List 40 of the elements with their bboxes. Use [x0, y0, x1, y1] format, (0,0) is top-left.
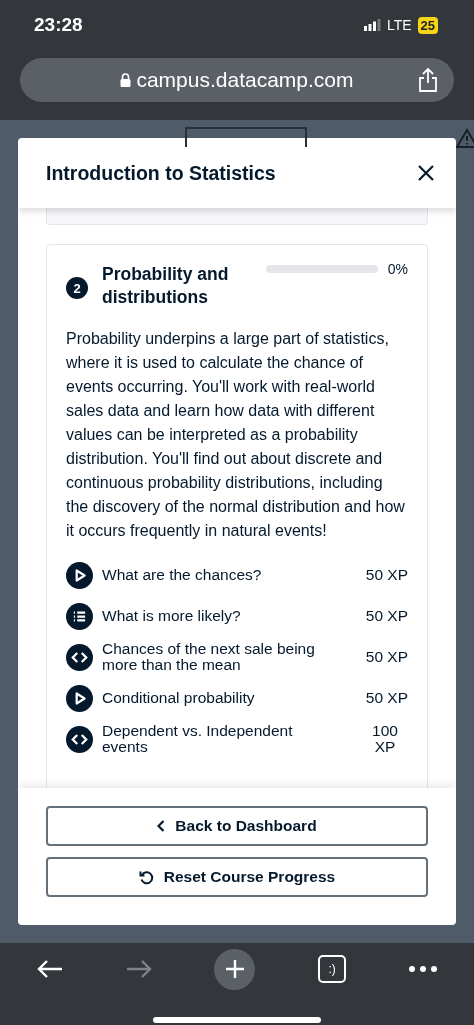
back-to-dashboard-button[interactable]: Back to Dashboard [46, 806, 428, 846]
play-icon [66, 561, 93, 589]
reset-progress-button[interactable]: Reset Course Progress [46, 857, 428, 897]
tab-count-button[interactable]: :) [318, 955, 347, 983]
reset-icon [138, 869, 154, 885]
lesson-xp: 50 XP [365, 649, 408, 665]
share-icon[interactable] [418, 67, 438, 93]
more-icon[interactable] [408, 966, 437, 972]
clock-time: 23:28 [34, 14, 83, 36]
progress-percent: 0% [387, 261, 408, 277]
lesson-title[interactable]: Chances of the next sale being more than the mean [102, 641, 334, 673]
lesson-title[interactable]: Conditional probability [102, 690, 334, 706]
signal-icon [363, 19, 381, 31]
chevron-left-icon [157, 820, 166, 832]
plus-icon [226, 960, 244, 978]
url-text: campus.datacamp.com [136, 68, 354, 92]
chapter-number-badge: 2 [66, 277, 88, 299]
close-icon[interactable] [418, 165, 434, 181]
list-icon [66, 602, 93, 630]
lesson-title[interactable]: What is more likely? [102, 608, 334, 624]
back-arrow-icon[interactable] [37, 959, 64, 979]
code-icon [66, 725, 93, 753]
network-label: LTE [386, 17, 412, 33]
lesson-xp: 50 XP [365, 690, 408, 706]
battery-level: 25 [417, 16, 438, 34]
lesson-title[interactable]: Dependent vs. Independent events [102, 723, 334, 755]
lesson-title[interactable]: What are the chances? [102, 567, 334, 583]
new-tab-button[interactable] [214, 948, 256, 990]
warning-icon [456, 128, 474, 148]
address-bar[interactable]: campus.datacamp.com [20, 58, 454, 102]
lock-icon [120, 73, 132, 87]
code-icon [66, 643, 93, 671]
lesson-xp: 50 XP [365, 567, 408, 583]
chapter-description: Probability underpins a large part of statistics, where it is used to calculate the chance of events occurring. You'll work with real-world sales data and learn how data with different values can be interpreted as a probability distribution. You'll find out about discrete and continuous probability distributions, including the discovery of the normal distribution and how it occurs frequently in natural events! [66, 329, 406, 541]
modal-title: Introduction to Statistics [46, 161, 276, 185]
play-icon [66, 684, 93, 712]
lesson-xp: 50 XP [365, 608, 408, 624]
forward-arrow-icon[interactable] [125, 959, 152, 979]
lesson-xp: 100 XP [371, 723, 399, 755]
chapter-title: Probability and distributions [102, 263, 230, 309]
